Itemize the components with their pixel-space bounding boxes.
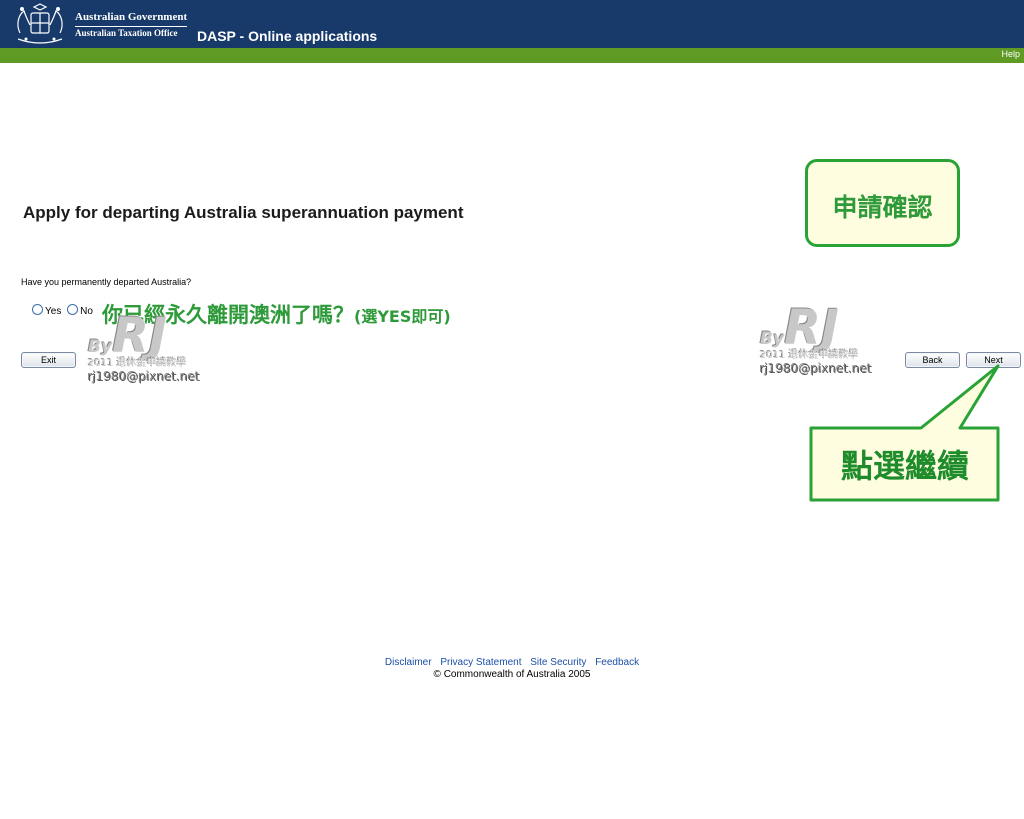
watermark-email: rj1980@pixnet.net [760, 362, 873, 376]
watermark-left: ByRJ 2011 退休金申請教學 rj1980@pixnet.net [88, 312, 201, 384]
footer-link-disclaimer[interactable]: Disclaimer [385, 657, 432, 668]
nav-bar: Help [0, 48, 1024, 63]
next-callout-text: 點選繼續 [840, 447, 969, 485]
watermark-subtitle: 2011 退休金申請教學 [88, 358, 187, 369]
gov-name: Australian Government [75, 11, 188, 27]
footer-links: Disclaimer Privacy Statement Site Securi… [0, 657, 1024, 668]
page-title: Apply for departing Australia superannua… [23, 203, 464, 222]
no-radio[interactable] [67, 304, 79, 315]
yes-label[interactable]: Yes [45, 306, 61, 317]
footer-link-feedback[interactable]: Feedback [595, 657, 639, 668]
footer-link-security[interactable]: Site Security [530, 657, 586, 668]
watermark-right: ByRJ 2011 退休金申請教學 rj1980@pixnet.net [760, 304, 873, 376]
watermark-subtitle: 2011 退休金申請教學 [760, 350, 859, 361]
coat-of-arms-icon [17, 3, 63, 44]
copyright: © Commonwealth of Australia 2005 [433, 669, 591, 680]
watermark-email: rj1980@pixnet.net [88, 370, 201, 384]
departed-radio-group: Yes No [32, 304, 96, 317]
watermark-by: By [88, 337, 113, 357]
watermark-brand: RJ [784, 300, 839, 356]
confirm-callout: 申請確認 [805, 159, 960, 247]
yes-radio[interactable] [32, 304, 43, 315]
footer-link-privacy[interactable]: Privacy Statement [440, 657, 521, 668]
confirm-callout-text: 申請確認 [832, 193, 933, 222]
site-header: Australian Government Australian Taxatio… [0, 0, 1024, 48]
exit-button[interactable]: Exit [21, 352, 76, 368]
question-label: Have you permanently departed Australia? [21, 277, 192, 287]
government-wordmark: Australian Government Australian Taxatio… [75, 11, 188, 39]
watermark-brand: RJ [112, 308, 167, 364]
help-link[interactable]: Help [1001, 49, 1020, 59]
agency-name: Australian Taxation Office [75, 28, 178, 38]
watermark-by: By [760, 329, 785, 349]
app-title: DASP - Online applications [197, 28, 378, 44]
question-hint: (選YES即可) [354, 307, 451, 326]
